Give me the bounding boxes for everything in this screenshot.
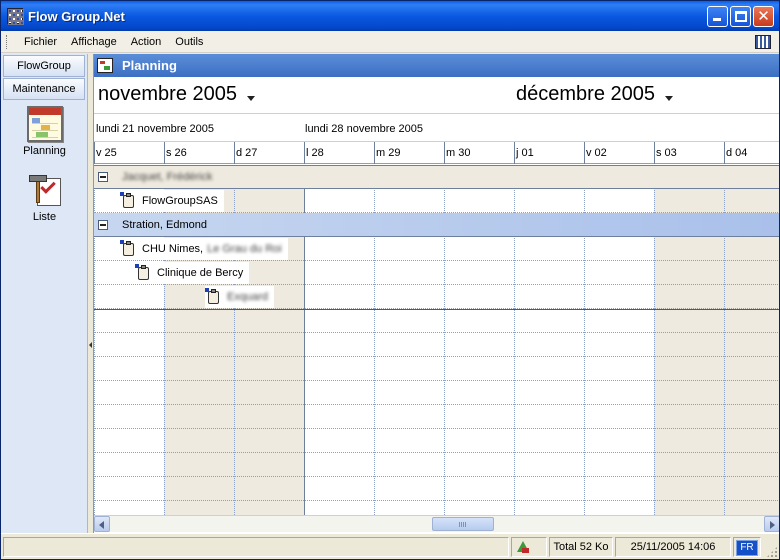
checklist-icon (27, 172, 63, 208)
collapse-icon[interactable] (98, 219, 108, 230)
day-label: s 26 (164, 142, 187, 164)
month-label: novembre 2005 (98, 83, 237, 105)
week-label: lundi 28 novembre 2005 (305, 123, 424, 135)
close-button[interactable]: ✕ (753, 6, 774, 27)
entry-label-suffix: Exquard (227, 291, 268, 303)
arrow-left-icon (99, 521, 104, 529)
week-header: lundi 21 novembre 2005 lundi 28 novembre… (94, 114, 779, 142)
month-selector-november[interactable]: novembre 2005 (98, 83, 255, 106)
minimize-icon (713, 18, 721, 21)
scroll-thumb[interactable] (432, 517, 494, 531)
planning-entry[interactable]: Exquard (205, 286, 274, 308)
table-row[interactable] (94, 285, 779, 309)
status-language: FR (733, 537, 761, 557)
day-label: l 28 (304, 142, 324, 164)
status-bar: Total 52 Ko 25/11/2005 14:06 FR (1, 533, 779, 559)
toolbar-grip[interactable] (6, 34, 9, 49)
minimize-button[interactable] (707, 6, 728, 27)
table-row[interactable] (94, 357, 779, 381)
menu-bar: Fichier Affichage Action Outils (1, 31, 779, 53)
sidebar-item-planning[interactable]: Planning (1, 106, 88, 157)
day-label: v 02 (584, 142, 607, 164)
chevron-down-icon[interactable] (664, 96, 673, 102)
group-name: Jacquet, Frédérick (122, 171, 213, 183)
group-row-stration[interactable]: Stration, Edmond (94, 213, 779, 237)
group-row-jacquet[interactable]: Jacquet, Frédérick (94, 165, 779, 189)
resize-grip-icon[interactable] (766, 546, 778, 558)
menu-affichage[interactable]: Affichage (64, 36, 124, 48)
status-datetime: 25/11/2005 14:06 (615, 537, 731, 557)
day-label: s 03 (654, 142, 677, 164)
table-row[interactable] (94, 309, 779, 333)
mdi-window-icon[interactable] (755, 35, 771, 49)
close-icon: ✕ (757, 7, 770, 25)
collapse-arrow-icon[interactable] (89, 342, 92, 348)
planning-entry[interactable]: Clinique de Bercy (135, 262, 250, 284)
clipboard-icon (205, 288, 221, 306)
status-message (3, 537, 509, 557)
day-label: m 30 (444, 142, 470, 164)
week-label: lundi 21 novembre 2005 (96, 123, 215, 135)
sidebar-tab-maintenance[interactable]: Maintenance (3, 78, 85, 100)
chevron-down-icon[interactable] (246, 96, 255, 102)
group-name: Stration, Edmond (122, 218, 207, 231)
entry-label-suffix: Le Grau du Roi (207, 243, 282, 255)
day-label: d 27 (234, 142, 257, 164)
pane-header: Planning (94, 54, 779, 77)
selection-line (94, 309, 779, 310)
scroll-left-button[interactable] (94, 516, 110, 532)
table-row[interactable] (94, 453, 779, 477)
sidebar: FlowGroup Maintenance Planning Liste (1, 54, 88, 533)
menu-fichier[interactable]: Fichier (17, 36, 64, 48)
status-activity (511, 537, 547, 557)
entry-label: CHU Nimes, (142, 243, 204, 255)
sidebar-tab-flowgroup[interactable]: FlowGroup (3, 55, 85, 77)
activity-icon (515, 539, 531, 555)
menu-outils[interactable]: Outils (168, 36, 210, 48)
planning-pane: Planning novembre 2005 décembre 2005 lun… (93, 54, 779, 533)
day-header: v 25 s 26 d 27 l 28 m 29 m 30 j 01 v 02 … (94, 142, 779, 164)
planning-small-icon (97, 58, 113, 73)
arrow-right-icon (770, 521, 775, 529)
entry-label: Clinique de Bercy (157, 267, 244, 279)
planning-grid[interactable]: Jacquet, Frédérick FlowGroupSAS Stration… (94, 165, 779, 515)
language-badge[interactable]: FR (736, 540, 758, 556)
planning-icon (26, 106, 63, 142)
main-window: Flow Group.Net ✕ Fichier Affichage Actio… (0, 0, 780, 560)
day-label: m 29 (374, 142, 400, 164)
table-row[interactable] (94, 429, 779, 453)
month-label: décembre 2005 (516, 83, 655, 105)
clipboard-icon (120, 192, 136, 210)
sidebar-item-liste[interactable]: Liste (1, 172, 88, 223)
sidebar-item-label: Planning (23, 145, 66, 157)
collapse-icon[interactable] (98, 172, 108, 182)
table-row[interactable] (94, 405, 779, 429)
status-total: Total 52 Ko (549, 537, 613, 557)
entry-label: FlowGroupSAS (142, 195, 218, 207)
title-bar[interactable]: Flow Group.Net ✕ (1, 1, 779, 31)
table-row[interactable] (94, 477, 779, 501)
clipboard-icon (120, 240, 136, 258)
planning-entry[interactable]: CHU Nimes, Le Grau du Roi (120, 238, 288, 260)
table-row[interactable] (94, 333, 779, 357)
maximize-icon (735, 11, 747, 22)
clipboard-icon (135, 264, 151, 282)
app-icon (7, 8, 24, 25)
window-title: Flow Group.Net (28, 8, 125, 24)
day-label: j 01 (514, 142, 534, 164)
horizontal-scrollbar[interactable] (94, 515, 779, 532)
day-label: v 25 (94, 142, 117, 164)
scroll-right-button[interactable] (764, 516, 779, 532)
maximize-button[interactable] (730, 6, 751, 27)
table-row[interactable] (94, 381, 779, 405)
month-selector-december[interactable]: décembre 2005 (516, 83, 673, 106)
menu-action[interactable]: Action (124, 36, 169, 48)
sidebar-item-label: Liste (32, 211, 57, 223)
planning-entry[interactable]: FlowGroupSAS (120, 190, 224, 212)
month-header: novembre 2005 décembre 2005 (94, 77, 779, 114)
pane-title: Planning (122, 58, 177, 73)
day-label: d 04 (724, 142, 747, 164)
